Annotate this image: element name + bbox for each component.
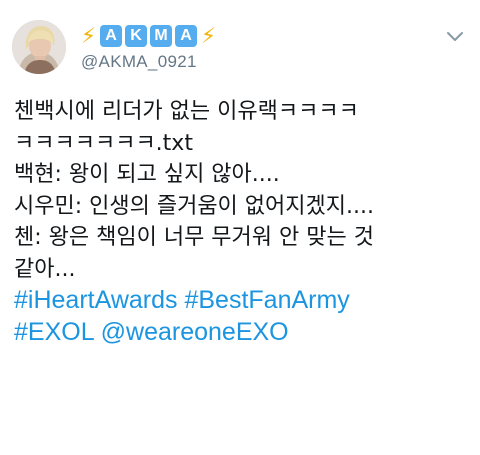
lightning-bolt-icon: ⚡ [81, 24, 96, 48]
tweet-text-line: 첸백시에 리더가 없는 이유랙ㅋㅋㅋㅋ [14, 99, 359, 124]
hashtag-line: #EXOL @weareoneEXO [14, 317, 474, 349]
tweet-text-line: 같아... [14, 256, 76, 282]
user-handle[interactable]: @AKMA_0921 [81, 52, 197, 72]
letter-box: K [125, 25, 147, 47]
mention-link[interactable]: @weareoneEXO [101, 318, 289, 346]
avatar-image [12, 20, 66, 74]
tweet-header: ⚡ A K M A ⚡ @AKMA_0921 [0, 0, 480, 90]
letter-box: M [150, 25, 172, 47]
display-name[interactable]: ⚡ A K M A ⚡ [80, 24, 217, 48]
tweet-text-line: ㅋㅋㅋㅋㅋㅋㅋ.txt [14, 130, 193, 156]
letter-box: A [175, 25, 197, 47]
hashtag-link[interactable]: #EXOL [14, 318, 94, 346]
tweet-text-line: 시우민: 인생의 즐거움이 없어지겠지.... [14, 193, 374, 219]
hashtag-link[interactable]: #BestFanArmy [184, 286, 349, 314]
chevron-down-icon [447, 32, 463, 41]
tweet-text-line: 첸: 왕은 책임이 너무 무거워 안 맞는 것 [14, 225, 374, 250]
avatar[interactable] [12, 20, 66, 74]
tweet-text: 첸백시에 리더가 없는 이유랙ㅋㅋㅋㅋ ㅋㅋㅋㅋㅋㅋㅋ.txt 백현: 왕이 되… [14, 96, 474, 348]
tweet-text-line: 백현: 왕이 되고 싶지 않아.... [14, 162, 280, 187]
hashtag-link[interactable]: #iHeartAwards [14, 286, 178, 314]
tweet-menu-button[interactable] [443, 24, 467, 48]
hashtag-line: #iHeartAwards #BestFanArmy [14, 285, 474, 317]
letter-box: A [100, 25, 122, 47]
lightning-bolt-icon: ⚡ [201, 24, 216, 48]
